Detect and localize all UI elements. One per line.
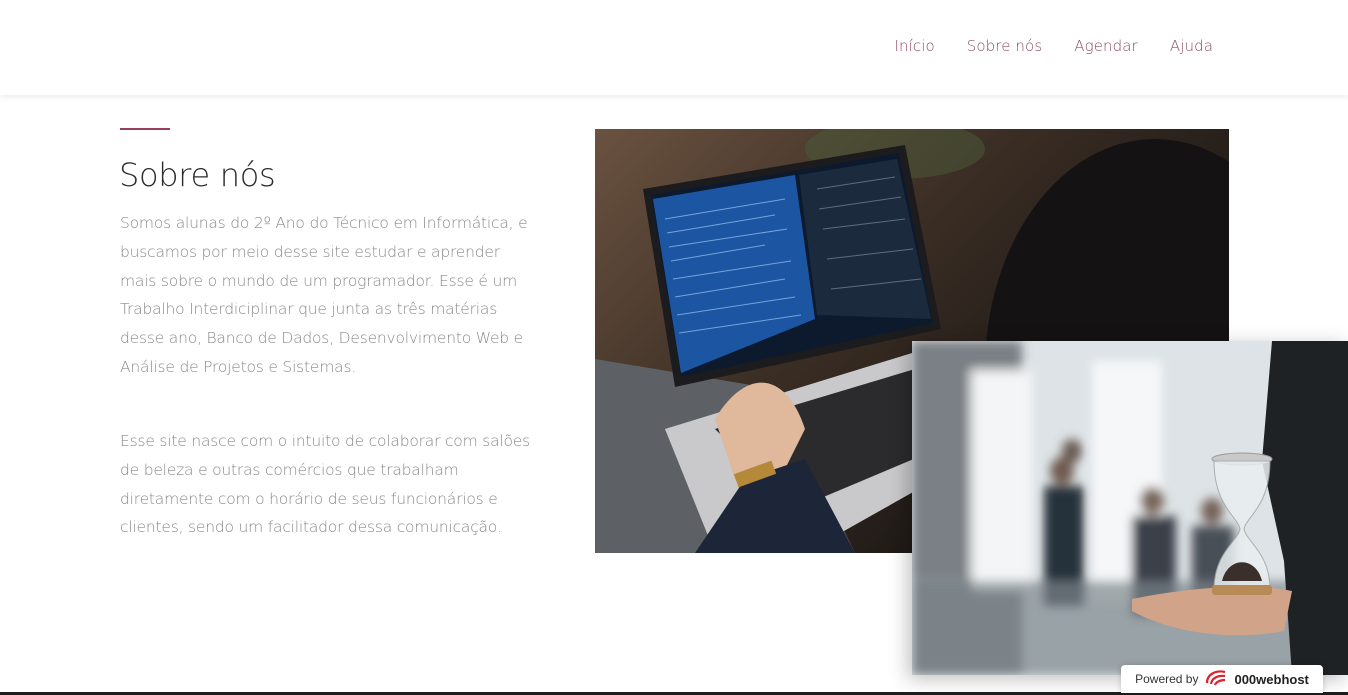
- site-header: Início Sobre nós Agendar Ajuda: [0, 0, 1348, 95]
- title-accent-line: [120, 128, 170, 130]
- about-paragraph-1: Somos alunas do 2º Ano do Técnico em Inf…: [120, 214, 528, 376]
- about-paragraph-2: Esse site nasce com o intuito de colabor…: [120, 432, 530, 537]
- nav-link-inicio[interactable]: Início: [894, 37, 934, 55]
- nav-link-agendar[interactable]: Agendar: [1074, 37, 1138, 55]
- brand-name: 000webhost: [1234, 671, 1309, 687]
- nav-link-sobre-nos[interactable]: Sobre nós: [967, 37, 1042, 55]
- page-title: Sobre nós: [119, 156, 276, 194]
- nav-link-ajuda[interactable]: Ajuda: [1170, 37, 1213, 55]
- main-nav: Início Sobre nós Agendar Ajuda: [894, 37, 1213, 55]
- hourglass-meeting-photo: [912, 341, 1348, 675]
- 000webhost-logo-icon: [1204, 668, 1228, 690]
- powered-by-badge[interactable]: Powered by 000webhost: [1121, 665, 1323, 693]
- powered-by-label: Powered by: [1135, 672, 1199, 686]
